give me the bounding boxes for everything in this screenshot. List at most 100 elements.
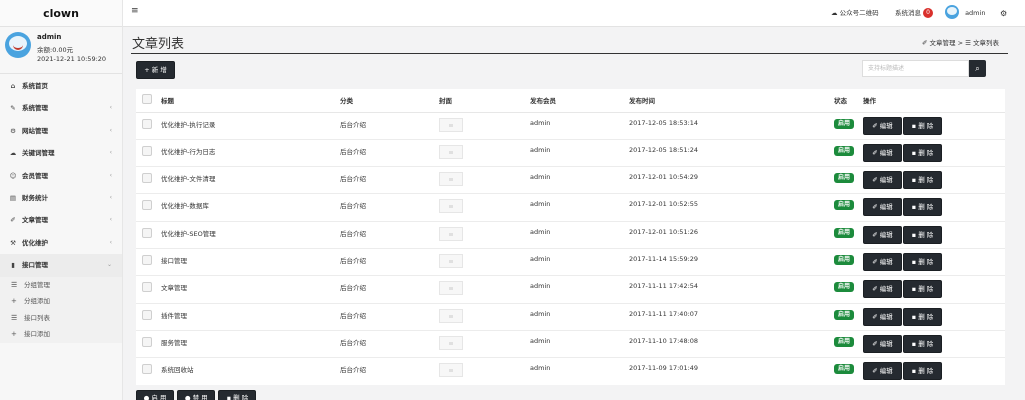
col-header-time[interactable]: 发布时间 [624,89,829,113]
sidebar-subitem-3[interactable]: + 接口添加 [0,326,122,343]
wechat-qrcode-link[interactable]: ☁ 公众号二维码 [831,0,879,27]
cover-thumbnail[interactable] [439,199,463,214]
edit-button[interactable]: ✐ 编辑 [863,171,902,190]
table-row: 服务管理 后台介绍 admin 2017-11-10 17:48:08 启用 ✐ 编辑 ▪ … [136,329,1005,358]
avatar[interactable] [5,32,31,58]
sidebar-item-2[interactable]: ⚙ 网站管理 ‹ [0,120,122,142]
cover-thumbnail[interactable] [439,335,463,350]
cover-thumbnail[interactable] [439,308,463,323]
cell-category: 后台介绍 [335,329,434,358]
edit-icon: ✐ [872,176,878,185]
breadcrumb-parent[interactable]: 文章管理 [929,39,955,47]
edit-button[interactable]: ✐ 编辑 [863,225,902,244]
edit-button[interactable]: ✐ 编辑 [863,307,902,326]
cover-thumbnail[interactable] [439,117,463,132]
gears-icon[interactable]: ⚙ [1000,0,1007,27]
breadcrumb-separator: > [957,39,964,47]
edit-button[interactable]: ✐ 编辑 [863,334,902,353]
status-badge[interactable]: 启用 [834,145,855,156]
cover-thumbnail[interactable] [439,144,463,159]
search-button[interactable]: ⌕ [969,60,986,77]
app-logo[interactable]: clown [0,0,122,27]
status-badge[interactable]: 启用 [834,364,855,375]
delete-button[interactable]: ▪ 删 除 [903,143,942,162]
chevron-left-icon: ‹ [109,104,112,112]
sidebar-subitem-0[interactable]: ☰ 分组管理 [0,277,122,294]
delete-button[interactable]: ▪ 删 除 [903,280,942,299]
edit-button[interactable]: ✐ 编辑 [863,362,902,381]
cover-thumbnail[interactable] [439,172,463,187]
edit-button[interactable]: ✐ 编辑 [863,143,902,162]
sidebar-item-3[interactable]: ☁ 关键词管理 ‹ [0,142,122,164]
edit-button[interactable]: ✐ 编辑 [863,252,902,271]
row-checkbox[interactable] [142,145,152,156]
bulk-enable-button[interactable]: ● 启 用 [136,390,174,400]
status-badge[interactable]: 启用 [834,173,855,184]
add-button[interactable]: + 新 增 [136,61,175,79]
sidebar-item-4[interactable]: ☺ 会员管理 ‹ [0,165,122,187]
col-header-title[interactable]: 标题 [156,89,335,113]
sidebar-item-7[interactable]: ⚒ 优化维护 ‹ [0,232,122,254]
row-checkbox[interactable] [142,309,152,320]
system-messages-link[interactable]: 系统消息 0 [895,0,934,27]
status-badge[interactable]: 启用 [834,336,855,347]
sidebar-item-1[interactable]: ✎ 系统管理 ‹ [0,97,122,119]
edit-button-label: 编辑 [879,257,893,266]
sidebar-item-5[interactable]: ▤ 财务统计 ‹ [0,187,122,209]
user-menu[interactable]: admin [945,0,985,27]
delete-button[interactable]: ▪ 删 除 [903,307,942,326]
messages-label: 系统消息 [895,9,921,17]
row-checkbox[interactable] [142,173,152,184]
row-checkbox[interactable] [142,200,152,211]
status-badge[interactable]: 启用 [834,282,855,293]
table-row: 优化维护-数据库 后台介绍 admin 2017-12-01 10:52:55 启用 ✐ … [136,193,1005,222]
delete-button[interactable]: ▪ 删 除 [903,171,942,190]
sidebar-subitem-2[interactable]: ☰ 接口列表 [0,310,122,327]
row-checkbox[interactable] [142,336,152,347]
row-checkbox[interactable] [142,254,152,265]
cover-thumbnail[interactable] [439,363,463,378]
sidebar-item-0[interactable]: ⌂ 系统首页 [0,75,122,97]
sidebar-item-6[interactable]: ✐ 文章管理 ‹ [0,209,122,231]
table-row: 优化维护-SEO管理 后台介绍 admin 2017-12-01 10:51:26 启用… [136,220,1005,249]
col-header-category[interactable]: 分类 [335,89,434,113]
edit-button[interactable]: ✐ 编辑 [863,280,902,299]
row-checkbox[interactable] [142,364,152,375]
delete-button-label: 删 除 [918,203,934,212]
delete-button[interactable]: ▪ 删 除 [903,334,942,353]
status-badge[interactable]: 启用 [834,118,855,129]
row-checkbox[interactable] [142,118,152,129]
cover-thumbnail[interactable] [439,253,463,268]
status-badge[interactable]: 启用 [834,200,855,211]
search-input[interactable] [862,60,969,77]
delete-button[interactable]: ▪ 删 除 [903,252,942,271]
menu-toggle-icon[interactable]: ≡ [131,6,139,16]
col-header-author[interactable]: 发布会员 [525,89,624,113]
sidebar-item-label: 网站管理 [22,126,48,135]
status-badge[interactable]: 启用 [834,227,855,238]
status-badge[interactable]: 启用 [834,254,855,265]
delete-button-label: 删 除 [918,148,934,157]
row-checkbox[interactable] [142,227,152,238]
cell-time: 2017-11-09 17:01:49 [624,357,829,385]
sidebar-item-8[interactable]: ▮ 接口管理 ⌄ [0,254,122,277]
delete-button[interactable]: ▪ 删 除 [903,225,942,244]
bulk-disable-button[interactable]: ● 禁 用 [177,390,216,400]
sidebar-subitem-1[interactable]: + 分组添加 [0,293,122,310]
cell-author: admin [525,357,624,385]
cover-thumbnail[interactable] [439,281,463,296]
bulk-delete-button[interactable]: ▪ 删 除 [218,390,257,400]
delete-button[interactable]: ▪ 删 除 [903,198,942,217]
edit-button[interactable]: ✐ 编辑 [863,116,902,135]
cover-thumbnail[interactable] [439,226,463,241]
sidebar-item-label: 接口管理 [22,261,48,270]
edit-icon: ✐ [872,285,878,294]
delete-button[interactable]: ▪ 删 除 [903,362,942,381]
table-header-row: 标题 分类 封面 发布会员 发布时间 状态 操作 [136,89,1005,113]
edit-button[interactable]: ✐ 编辑 [863,198,902,217]
row-checkbox[interactable] [142,282,152,293]
delete-button[interactable]: ▪ 删 除 [903,116,942,135]
status-badge[interactable]: 启用 [834,309,855,320]
cell-title: 优化维护-文件清理 [156,166,335,194]
select-all-checkbox[interactable] [142,94,152,105]
